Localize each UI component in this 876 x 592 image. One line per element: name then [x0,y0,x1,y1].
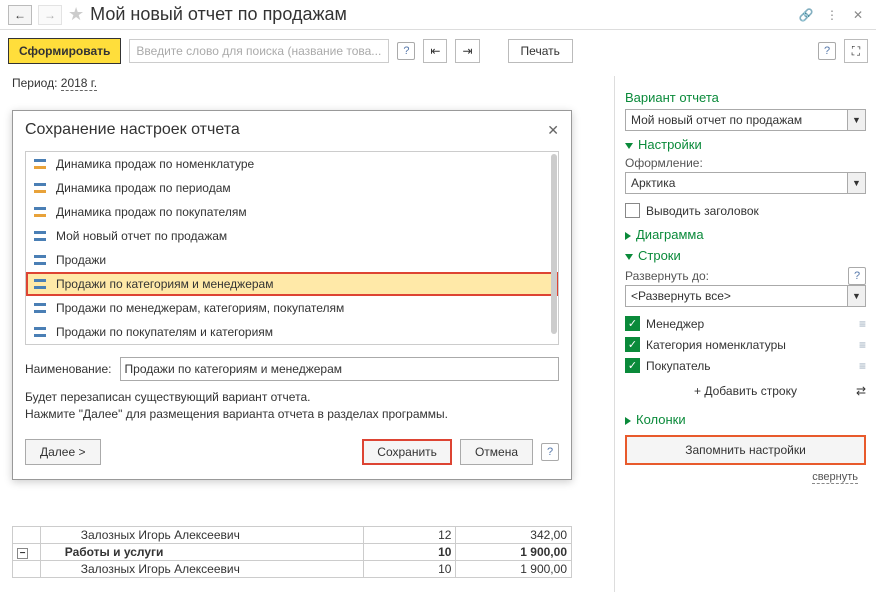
save-settings-dialog: Сохранение настроек отчета ✕ Динамика пр… [12,110,572,480]
list-item[interactable]: Динамика продаж по номенклатуре [26,152,558,176]
dialog-title: Сохранение настроек отчета [25,121,547,139]
list-item[interactable]: Продажи по покупателям и категориям [26,320,558,344]
next-button[interactable]: Далее > [25,439,101,465]
variants-list[interactable]: Динамика продаж по номенклатуре Динамика… [25,151,559,345]
dropdown-icon[interactable]: ▼ [848,172,866,194]
list-item[interactable]: Динамика продаж по периодам [26,176,558,200]
dialog-close-icon[interactable]: ✕ [547,122,559,139]
buyer-checkbox[interactable]: ✓ [625,358,640,373]
show-header-label: Выводить заголовок [646,204,759,218]
cancel-button[interactable]: Отмена [460,439,533,465]
columns-heading[interactable]: Колонки [625,412,866,427]
variant-icon [34,183,48,193]
dialog-help-icon[interactable]: ? [541,443,559,461]
rows-heading[interactable]: Строки [625,248,866,263]
table-row[interactable]: −Работы и услуги101 900,00 [13,544,572,561]
help-button[interactable]: ? [818,42,836,60]
show-header-checkbox[interactable] [625,203,640,218]
print-button[interactable]: Печать [508,39,573,63]
variant-icon [34,303,48,313]
list-item-selected[interactable]: Продажи по категориям и менеджерам [26,272,558,296]
favorite-star-icon[interactable]: ★ [68,4,84,25]
dialog-hint: Будет перезаписан существующий вариант о… [13,387,571,431]
dropdown-icon[interactable]: ▼ [848,109,866,131]
variant-select[interactable] [625,109,848,131]
close-window-icon[interactable]: ✕ [848,6,868,24]
save-button[interactable]: Сохранить [362,439,452,465]
variant-icon [34,159,48,169]
kebab-menu-icon[interactable]: ⋮ [822,6,842,24]
variant-icon [34,255,48,265]
add-row-button[interactable]: + Добавить строку [694,384,797,398]
drag-handle-icon[interactable]: ≡ [859,359,866,373]
remember-settings-button[interactable]: Запомнить настройки [625,435,866,465]
fullscreen-button[interactable]: ⛶ [844,39,868,63]
diagram-heading[interactable]: Диаграмма [625,227,866,242]
collapse-panel-link[interactable]: свернуть [812,471,858,484]
variant-icon [34,231,48,241]
generate-button[interactable]: Сформировать [8,38,121,64]
name-label: Наименование: [25,362,112,376]
nav-back-button[interactable]: ← [8,5,32,25]
expand-select[interactable] [625,285,848,307]
dropdown-icon[interactable]: ▼ [848,285,866,307]
search-input[interactable]: Введите слово для поиска (название това.… [129,39,389,63]
settings-panel: Вариант отчета ▼ Настройки Оформление: ▼… [614,76,876,592]
settings-heading[interactable]: Настройки [625,137,866,152]
link-icon[interactable]: 🔗 [796,6,816,24]
indent-right-button[interactable]: ⇥ [455,39,479,63]
category-checkbox[interactable]: ✓ [625,337,640,352]
report-table: Залозных Игорь Алексеевич12342,00 −Работ… [12,526,614,578]
variant-icon [34,207,48,217]
list-item[interactable]: Мой новый отчет по продажам [26,224,558,248]
name-input[interactable] [120,357,559,381]
table-row[interactable]: Залозных Игорь Алексеевич12342,00 [13,527,572,544]
design-label: Оформление: [625,156,866,170]
design-select[interactable] [625,172,848,194]
manager-checkbox[interactable]: ✓ [625,316,640,331]
search-help-icon[interactable]: ? [397,42,415,60]
page-title: Мой новый отчет по продажам [90,4,790,25]
variant-heading: Вариант отчета [625,90,866,105]
shuffle-icon[interactable]: ⇄ [856,384,866,398]
expand-help-icon[interactable]: ? [848,267,866,285]
indent-left-button[interactable]: ⇤ [423,39,447,63]
expand-label: Развернуть до: [625,269,709,283]
list-item[interactable]: Продажи по менеджерам, категориям, покуп… [26,296,558,320]
drag-handle-icon[interactable]: ≡ [859,317,866,331]
nav-forward-button[interactable]: → [38,5,62,25]
list-item[interactable]: Продажи [26,248,558,272]
variant-icon [34,279,48,289]
scrollbar-thumb[interactable] [551,154,557,334]
variant-icon [34,327,48,337]
tree-collapse-icon[interactable]: − [17,548,28,559]
drag-handle-icon[interactable]: ≡ [859,338,866,352]
list-item[interactable]: Динамика продаж по покупателям [26,200,558,224]
table-row[interactable]: Залозных Игорь Алексеевич101 900,00 [13,561,572,578]
